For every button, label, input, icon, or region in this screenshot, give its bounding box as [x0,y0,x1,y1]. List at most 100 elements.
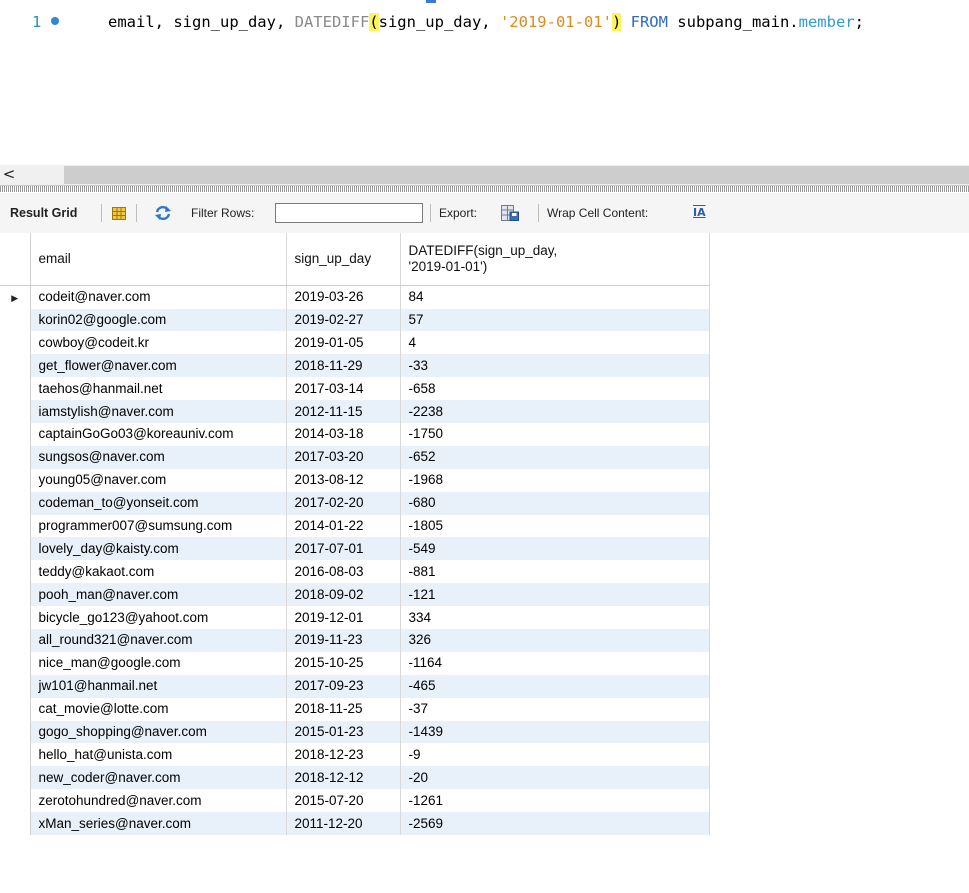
cell-datediff[interactable]: -33 [400,354,710,378]
cell-sign-up-day[interactable]: 2017-07-01 [286,537,401,561]
table-row[interactable]: pooh_man@naver.com 2018-09-02 -121 [0,583,710,607]
cell-sign-up-day[interactable]: 2017-03-14 [286,377,401,401]
cell-datediff[interactable]: 326 [400,628,710,652]
cell-email[interactable]: all_round321@naver.com [30,628,287,652]
sql-statement[interactable]: email, sign_up_day, DATEDIFF(sign_up_day… [108,9,864,35]
cell-sign-up-day[interactable]: 2019-01-05 [286,331,401,355]
cell-email[interactable]: get_flower@naver.com [30,354,287,378]
result-grid-tab[interactable]: Result Grid [10,193,77,233]
cell-sign-up-day[interactable]: 2015-10-25 [286,651,401,675]
row-header[interactable] [0,766,31,790]
table-row[interactable]: get_flower@naver.com 2018-11-29 -33 [0,354,710,378]
cell-email[interactable]: captainGoGo03@koreauniv.com [30,422,287,446]
cell-email[interactable]: xMan_series@naver.com [30,812,287,835]
cell-email[interactable]: bicycle_go123@yahoot.com [30,606,287,629]
cell-sign-up-day[interactable]: 2014-03-18 [286,422,401,446]
row-header[interactable] [0,583,31,607]
cell-datediff[interactable]: -549 [400,537,710,561]
cell-datediff[interactable]: -1439 [400,720,710,744]
scrollbar-thumb[interactable] [64,166,969,184]
table-row[interactable]: iamstylish@naver.com 2012-11-15 -2238 [0,400,710,423]
row-header[interactable] [0,674,31,698]
cell-email[interactable]: young05@naver.com [30,468,287,492]
cell-sign-up-day[interactable]: 2018-12-12 [286,766,401,790]
code-line-1[interactable]: 1 email, sign_up_day, DATEDIFF(sign_up_d… [0,9,969,35]
sql-editor[interactable]: 1 email, sign_up_day, DATEDIFF(sign_up_d… [0,0,969,165]
row-header[interactable] [0,628,31,652]
row-header[interactable] [0,308,31,332]
cell-datediff[interactable]: -2238 [400,400,710,423]
cell-sign-up-day[interactable]: 2019-02-27 [286,308,401,332]
row-header[interactable] [0,422,31,446]
table-row[interactable]: teddy@kakaot.com 2016-08-03 -881 [0,560,710,584]
filter-rows-input[interactable] [275,203,423,223]
cell-email[interactable]: korin02@google.com [30,308,287,332]
cell-datediff[interactable]: 57 [400,308,710,332]
cell-email[interactable]: hello_hat@unista.com [30,743,287,767]
cell-datediff[interactable]: 4 [400,331,710,355]
cell-datediff[interactable]: -680 [400,491,710,515]
cell-email[interactable]: programmer007@sumsung.com [30,514,287,538]
table-row[interactable]: zerotohundred@naver.com 2015-07-20 -1261 [0,789,710,813]
row-header[interactable] [0,537,31,561]
cell-sign-up-day[interactable]: 2019-12-01 [286,606,401,629]
cell-sign-up-day[interactable]: 2019-03-26 [286,285,401,309]
cell-email[interactable]: codeman_to@yonseit.com [30,491,287,515]
cell-email[interactable]: jw101@hanmail.net [30,674,287,698]
row-header[interactable] [0,468,31,492]
cell-datediff[interactable]: -881 [400,560,710,584]
table-row[interactable]: korin02@google.com 2019-02-27 57 [0,308,710,332]
grid-icon[interactable] [112,207,126,220]
row-header[interactable] [0,651,31,675]
cell-datediff[interactable]: -1805 [400,514,710,538]
scroll-left-icon[interactable]: < [0,165,18,185]
cell-datediff[interactable]: -658 [400,377,710,401]
cell-datediff[interactable]: -652 [400,445,710,469]
table-row[interactable]: new_coder@naver.com 2018-12-12 -20 [0,766,710,790]
row-header-corner[interactable] [0,233,31,286]
row-header[interactable]: ▶ [0,285,31,309]
cell-email[interactable]: lovely_day@kaisty.com [30,537,287,561]
column-header-email[interactable]: email [30,233,287,286]
table-row[interactable]: programmer007@sumsung.com 2014-01-22 -1805 [0,514,710,538]
cell-datediff[interactable]: 84 [400,285,710,309]
cell-email[interactable]: new_coder@naver.com [30,766,287,790]
cell-sign-up-day[interactable]: 2013-08-12 [286,468,401,492]
row-header[interactable] [0,606,31,629]
table-row[interactable]: hello_hat@unista.com 2018-12-23 -9 [0,743,710,767]
cell-email[interactable]: pooh_man@naver.com [30,583,287,607]
cell-sign-up-day[interactable]: 2016-08-03 [286,560,401,584]
wrap-icon[interactable]: IA [693,206,706,220]
table-row[interactable]: lovely_day@kaisty.com 2017-07-01 -549 [0,537,710,561]
editor-horizontal-scrollbar[interactable]: < [0,165,969,185]
cell-sign-up-day[interactable]: 2018-12-23 [286,743,401,767]
table-row[interactable]: young05@naver.com 2013-08-12 -1968 [0,468,710,492]
cell-email[interactable]: sungsos@naver.com [30,445,287,469]
row-header[interactable] [0,789,31,813]
cell-datediff[interactable]: -1164 [400,651,710,675]
table-row[interactable]: captainGoGo03@koreauniv.com 2014-03-18 -17… [0,422,710,446]
cell-email[interactable]: cat_movie@lotte.com [30,697,287,721]
table-row[interactable]: cat_movie@lotte.com 2018-11-25 -37 [0,697,710,721]
table-row[interactable]: nice_man@google.com 2015-10-25 -1164 [0,651,710,675]
export-icon[interactable] [501,205,519,221]
panel-splitter[interactable] [0,185,969,192]
table-row[interactable]: jw101@hanmail.net 2017-09-23 -465 [0,674,710,698]
table-row[interactable]: codeman_to@yonseit.com 2017-02-20 -680 [0,491,710,515]
cell-datediff[interactable]: -1750 [400,422,710,446]
row-header[interactable] [0,697,31,721]
cell-email[interactable]: gogo_shopping@naver.com [30,720,287,744]
cell-datediff[interactable]: -2569 [400,812,710,835]
cell-email[interactable]: cowboy@codeit.kr [30,331,287,355]
table-row[interactable]: gogo_shopping@naver.com 2015-01-23 -1439 [0,720,710,744]
cell-datediff[interactable]: -9 [400,743,710,767]
table-row[interactable]: taehos@hanmail.net 2017-03-14 -658 [0,377,710,401]
table-row[interactable]: bicycle_go123@yahoot.com 2019-12-01 334 [0,606,710,629]
cell-sign-up-day[interactable]: 2018-09-02 [286,583,401,607]
cell-email[interactable]: nice_man@google.com [30,651,287,675]
row-header[interactable] [0,743,31,767]
cell-email[interactable]: teddy@kakaot.com [30,560,287,584]
row-header[interactable] [0,514,31,538]
row-header[interactable] [0,354,31,378]
cell-sign-up-day[interactable]: 2018-11-29 [286,354,401,378]
